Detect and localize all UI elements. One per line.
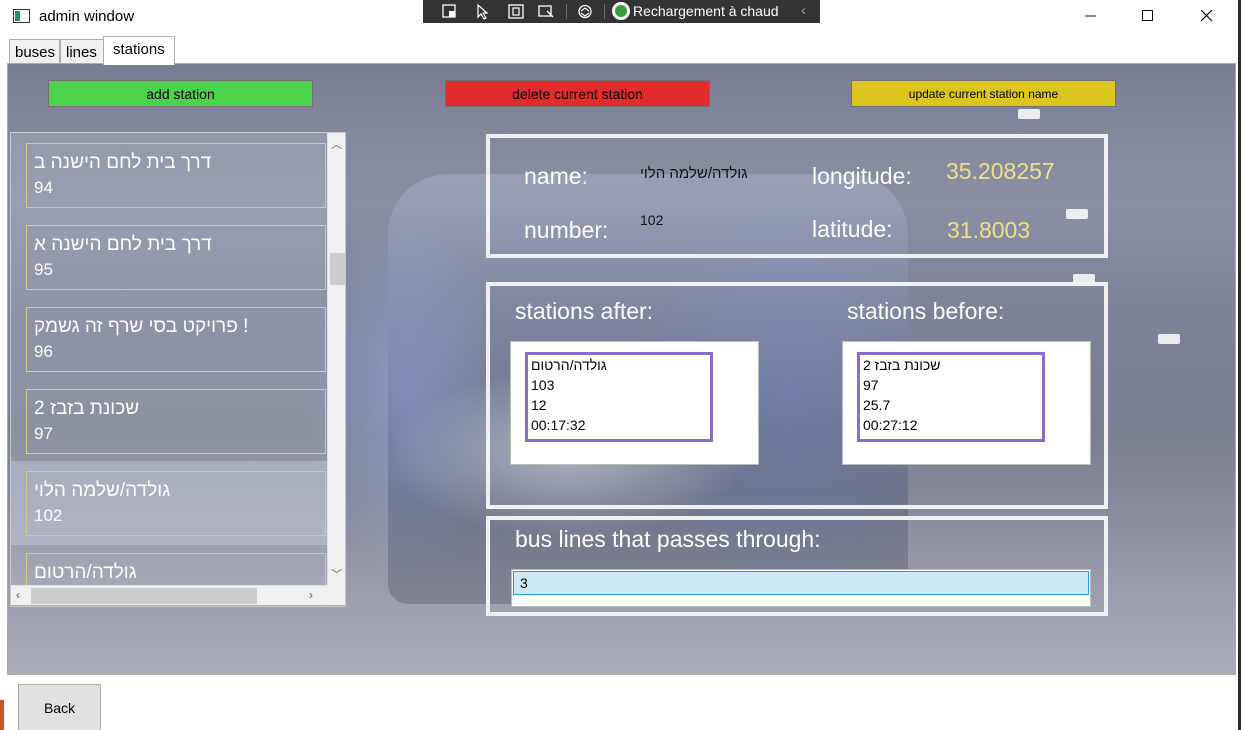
latitude-label: latitude: [812, 216, 893, 242]
station-name: דרך בית לחם הישנה ב [34, 152, 212, 173]
minimize-icon [1085, 15, 1096, 17]
station-name: גולדה/הרטום [34, 562, 137, 583]
list-item[interactable]: שכונת בזבז 2 97 [26, 389, 326, 454]
stations-tab-content: add station delete current station updat… [7, 63, 1236, 675]
back-button[interactable]: Back [18, 684, 101, 730]
station-details-panel: name: גולדה/שלמה הלוי number: 102 longit… [486, 134, 1108, 258]
horizontal-scroll-thumb[interactable] [31, 588, 257, 604]
adjacent-station-name: שכונת בזבז 2 [863, 357, 941, 373]
adjacent-stations-panel: stations after: גולדה/הרטום 103 12 00:17… [486, 282, 1108, 509]
adjacent-station-name: גולדה/הרטום [531, 357, 607, 373]
pointer-icon[interactable] [474, 3, 492, 20]
station-number: 94 [34, 178, 53, 197]
station-number: 102 [34, 506, 63, 525]
layout-adorner-icon[interactable] [507, 3, 525, 20]
longitude-value: 35.208257 [946, 158, 1055, 184]
stations-after-label: stations after: [515, 298, 654, 324]
tab-lines[interactable]: lines [60, 39, 104, 64]
bus-lines-label: bus lines that passes through: [515, 526, 821, 552]
delete-station-button[interactable]: delete current station [445, 80, 710, 107]
adjacent-station-distance: 25.7 [863, 397, 891, 413]
station-number: 95 [34, 260, 53, 279]
longitude-label: longitude: [812, 163, 912, 189]
background-window-edge [0, 700, 4, 730]
toolbar-separator [566, 4, 567, 19]
vertical-scroll-thumb[interactable] [330, 253, 345, 285]
window-title: admin window [39, 8, 135, 25]
number-label: number: [524, 217, 609, 243]
station-number: 97 [34, 424, 53, 443]
stations-after-list[interactable]: גולדה/הרטום 103 12 00:17:32 [510, 341, 759, 465]
hot-reload-ok-icon [612, 2, 630, 20]
track-focus-icon[interactable] [537, 3, 555, 20]
name-label: name: [524, 163, 588, 189]
adjacent-station-number: 103 [531, 377, 555, 393]
add-station-button[interactable]: add station [48, 80, 313, 107]
toolbar-separator [604, 4, 605, 19]
scroll-up-icon[interactable]: ︿ [331, 136, 342, 152]
app-icon [13, 9, 30, 23]
collapse-toolbar-icon[interactable]: ‹ [801, 2, 806, 19]
binding-failures-icon[interactable] [576, 3, 594, 20]
station-name: שכונת בזבז 2 [34, 398, 140, 419]
adjacent-station-card[interactable]: גולדה/הרטום 103 12 00:17:32 [525, 352, 713, 442]
scroll-right-icon[interactable]: › [309, 588, 313, 602]
number-value: 102 [640, 212, 664, 228]
tunnel-light [1158, 334, 1180, 344]
latitude-value: 31.8003 [947, 217, 1031, 243]
adjacent-station-number: 97 [863, 377, 879, 393]
scrollbar-corner [327, 585, 345, 605]
list-item[interactable]: דרך בית לחם הישנה א 95 [26, 225, 326, 290]
close-icon [1201, 10, 1213, 22]
bus-line-item[interactable]: 3 [513, 571, 1089, 595]
adjacent-station-time: 00:27:12 [863, 417, 918, 433]
adjacent-station-distance: 12 [531, 397, 547, 413]
station-name: פרויקט בסי שרף זה גשמק ! [34, 316, 249, 337]
list-item[interactable]: דרך בית לחם הישנה ב 94 [26, 143, 326, 208]
stations-before-label: stations before: [847, 298, 1005, 324]
station-number: 96 [34, 342, 53, 361]
minimize-button[interactable] [1068, 0, 1114, 32]
admin-window: admin window Rechargement à chaud ‹ buse… [0, 0, 1241, 730]
station-name: דרך בית לחם הישנה א [34, 234, 212, 255]
scroll-left-icon[interactable]: ‹ [16, 588, 20, 602]
station-name: גולדה/שלמה הלוי [34, 480, 171, 501]
vertical-scrollbar[interactable]: ︿ ﹀ [327, 133, 345, 585]
maximize-button[interactable] [1125, 0, 1171, 32]
list-item[interactable]: פרויקט בסי שרף זה גשמק ! 96 [26, 307, 326, 372]
horizontal-scrollbar[interactable]: ‹ › [11, 585, 327, 605]
stations-listbox[interactable]: דרך בית לחם הישנה ב 94 דרך בית לחם הישנה… [10, 132, 346, 607]
bus-lines-list[interactable]: 3 [511, 569, 1091, 607]
name-value: גולדה/שלמה הלוי [640, 165, 748, 182]
tab-strip: buses lines stations [0, 36, 1241, 65]
tab-buses[interactable]: buses [9, 39, 60, 64]
stations-before-list[interactable]: שכונת בזבז 2 97 25.7 00:27:12 [842, 341, 1091, 465]
tunnel-light [1018, 109, 1040, 119]
adjacent-station-time: 00:17:32 [531, 417, 586, 433]
maximize-icon [1142, 10, 1153, 21]
close-button[interactable] [1184, 0, 1230, 32]
select-element-icon[interactable] [441, 3, 459, 20]
xaml-debug-toolbar: Rechargement à chaud ‹ [423, 0, 820, 23]
tab-stations[interactable]: stations [103, 36, 175, 65]
hot-reload-status[interactable]: Rechargement à chaud [633, 3, 779, 19]
scroll-down-icon[interactable]: ﹀ [331, 566, 342, 582]
list-item-selected[interactable]: גולדה/שלמה הלוי 102 [26, 471, 326, 536]
adjacent-station-card[interactable]: שכונת בזבז 2 97 25.7 00:27:12 [857, 352, 1045, 442]
update-station-name-button[interactable]: update current station name [851, 80, 1116, 107]
